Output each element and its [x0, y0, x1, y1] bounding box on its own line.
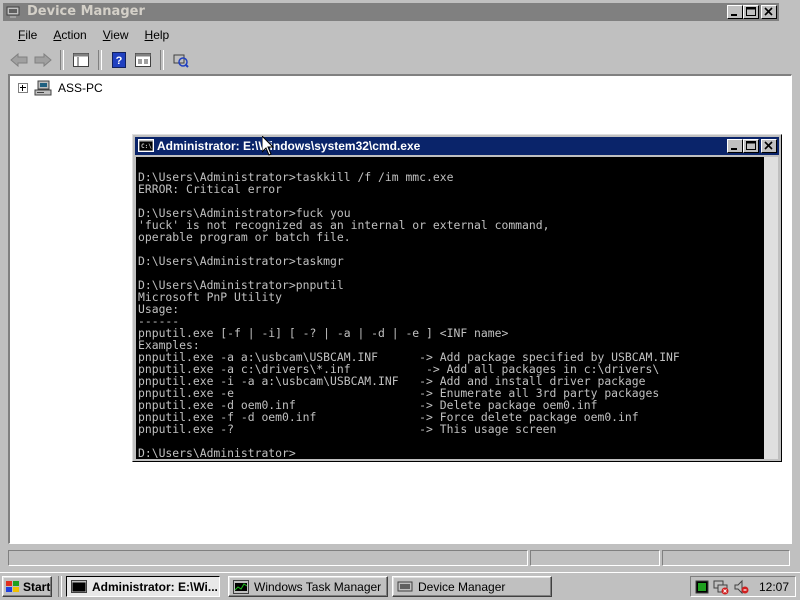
tree-label-computer: ASS-PC [58, 81, 103, 95]
status-pane-3 [662, 550, 790, 566]
task-button-cmd[interactable]: Administrator: E:\Wi... [66, 576, 220, 597]
close-button[interactable] [761, 5, 777, 19]
scan-hardware-icon [173, 54, 189, 68]
console-output[interactable]: D:\Users\Administrator>taskkill /f /im m… [136, 157, 764, 459]
status-bar [8, 550, 792, 566]
mouse-pointer-icon [262, 136, 274, 156]
menu-action-rest: ction [61, 28, 87, 42]
status-pane-2 [530, 550, 660, 566]
console-line: D:\Users\Administrator>taskmgr [138, 254, 344, 268]
forward-arrow-icon [34, 53, 52, 67]
cmd-minimize-button[interactable] [727, 139, 743, 153]
maximize-button[interactable] [743, 5, 759, 19]
taskbar: Start Administrator: E:\Wi... Windows Ta… [0, 572, 800, 600]
back-arrow-icon [10, 53, 28, 67]
device-manager-icon [397, 581, 413, 591]
svg-text:C:\: C:\ [141, 143, 152, 150]
computer-icon [34, 80, 52, 96]
menu-view[interactable]: View [95, 26, 137, 46]
toolbar-separator [60, 50, 64, 70]
volume-muted-icon[interactable] [733, 579, 749, 595]
toolbar-separator [160, 50, 164, 70]
windows-logo-icon [6, 580, 19, 592]
properties-button[interactable] [132, 49, 154, 71]
tree-expand-icon[interactable] [18, 83, 28, 93]
properties-icon [135, 53, 151, 67]
close-icon [764, 141, 773, 150]
status-pane-main [8, 550, 528, 566]
cmd-caption-buttons [727, 139, 777, 153]
cmd-window: C:\ Administrator: E:\Windows\system32\c… [132, 134, 782, 462]
back-button[interactable] [8, 49, 30, 71]
close-icon [764, 7, 773, 16]
help-icon: ? [112, 52, 126, 68]
console-line: pnputil.exe [-f | -i] [ -? | -a | -d | -… [138, 326, 509, 340]
console-scrollbar[interactable] [764, 157, 778, 459]
device-manager-icon [6, 6, 20, 18]
task-manager-cpu-icon[interactable] [695, 580, 709, 594]
menu-view-rest: iew [110, 28, 129, 42]
console-line: ERROR: Critical error [138, 182, 283, 196]
task-manager-icon [233, 579, 249, 594]
toolbar-separator [98, 50, 102, 70]
start-button[interactable]: Start [2, 576, 52, 597]
task-label-device-manager: Device Manager [418, 579, 506, 594]
show-hide-console-tree-icon [73, 53, 89, 67]
tree-node-computer[interactable]: ASS-PC [18, 80, 103, 96]
show-hide-console-tree-button[interactable] [70, 49, 92, 71]
menu-help[interactable]: Help [137, 26, 178, 46]
clock[interactable]: 12:07 [759, 580, 789, 594]
menu-bar: File Action View Help [10, 26, 177, 46]
cmd-titlebar[interactable]: C:\ Administrator: E:\Windows\system32\c… [135, 137, 779, 155]
system-tray: 12:07 [690, 576, 796, 597]
minimize-button[interactable] [727, 5, 743, 19]
start-label: Start [23, 579, 51, 594]
network-disconnected-icon[interactable] [713, 579, 729, 595]
minimize-icon [731, 148, 737, 150]
task-label-cmd: Administrator: E:\Wi... [92, 579, 218, 594]
toolbar: ? [8, 48, 192, 72]
maximize-icon [746, 141, 756, 150]
console-line: pnputil.exe -? -> This usage screen [138, 422, 557, 436]
cmd-close-button[interactable] [761, 139, 777, 153]
scan-hardware-button[interactable] [170, 49, 192, 71]
cmd-maximize-button[interactable] [743, 139, 759, 153]
cmd-window-title: Administrator: E:\Windows\system32\cmd.e… [157, 139, 421, 153]
menu-file-rest: ile [25, 28, 38, 42]
taskbar-divider [58, 576, 62, 597]
console-line: D:\Users\Administrator> [138, 446, 296, 459]
device-manager-titlebar[interactable]: Device Manager [3, 3, 779, 21]
window-title: Device Manager [27, 4, 145, 19]
minimize-icon [731, 14, 737, 16]
svg-text:?: ? [116, 55, 123, 67]
forward-button[interactable] [32, 49, 54, 71]
menu-help-rest: elp [153, 28, 170, 42]
menu-action[interactable]: Action [45, 26, 94, 46]
help-button[interactable]: ? [108, 49, 130, 71]
task-button-device-manager[interactable]: Device Manager [392, 576, 552, 597]
console-line: Usage: [138, 302, 180, 316]
task-label-task-manager: Windows Task Manager [254, 579, 382, 594]
maximize-icon [746, 7, 756, 16]
task-button-task-manager[interactable]: Windows Task Manager [228, 576, 388, 597]
caption-buttons [727, 5, 777, 19]
cmd-icon [71, 580, 87, 593]
console-line: operable program or batch file. [138, 230, 351, 244]
menu-file[interactable]: File [10, 26, 45, 46]
console-line: Microsoft PnP Utility [138, 290, 283, 304]
cmd-icon: C:\ [138, 139, 154, 152]
